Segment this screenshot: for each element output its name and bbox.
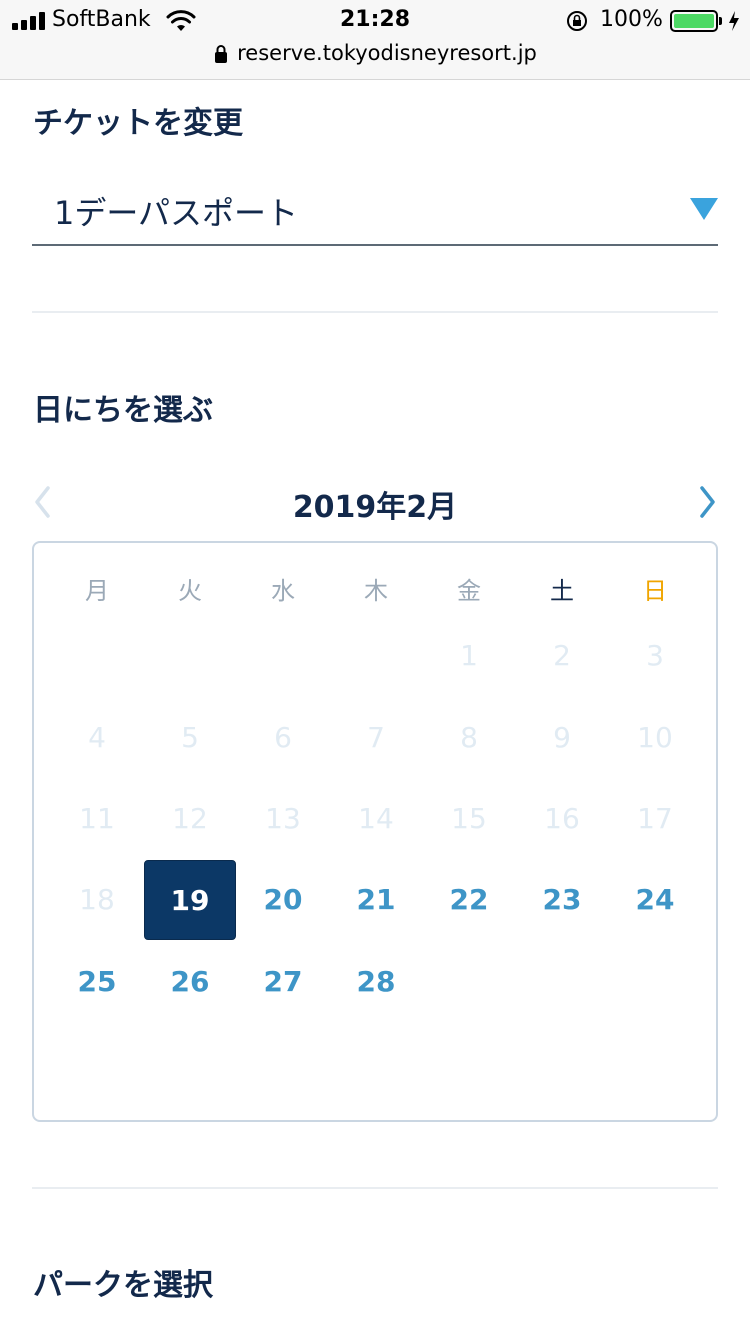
ticket-select-value: 1デーパスポート — [54, 194, 299, 232]
calendar-day[interactable]: 24 — [609, 860, 701, 940]
status-bar: SoftBank 21:28 100% reserve.tokyodisneyr… — [0, 0, 750, 80]
ticket-section-title: チケットを変更 — [33, 106, 243, 141]
url-text: reserve.tokyodisneyresort.jp — [237, 41, 537, 65]
weekday-fri: 金 — [457, 577, 481, 605]
park-section-title: パークを選択 — [33, 1268, 213, 1303]
calendar-grid: 月 火 水 木 金 土 日 1 2 3 4 5 6 7 8 9 10 11 12 13 14 15 16 17 1… — [32, 541, 718, 1122]
calendar-day: 9 — [553, 721, 571, 754]
calendar-day[interactable]: 27 — [237, 942, 329, 1022]
rotation-lock-icon — [567, 11, 587, 31]
calendar-day[interactable]: 20 — [237, 860, 329, 940]
charging-icon — [729, 11, 739, 31]
ticket-select[interactable]: 1デーパスポート — [32, 176, 718, 246]
calendar-day: 11 — [79, 802, 115, 835]
next-month-icon[interactable] — [694, 482, 722, 522]
calendar-day: 15 — [451, 802, 487, 835]
weekday-tue: 火 — [178, 577, 202, 605]
calendar-day[interactable]: 21 — [330, 860, 422, 940]
address-bar[interactable]: reserve.tokyodisneyresort.jp — [0, 38, 750, 70]
weekday-sun: 日 — [643, 577, 667, 605]
calendar-day: 7 — [367, 721, 385, 754]
divider — [32, 311, 718, 313]
weekday-sat: 土 — [550, 577, 574, 605]
weekday-mon: 月 — [85, 577, 109, 605]
date-section-title: 日にちを選ぶ — [33, 393, 213, 428]
calendar-day: 2 — [553, 639, 571, 672]
calendar-day: 10 — [637, 721, 673, 754]
calendar-day: 18 — [79, 883, 115, 916]
calendar-day[interactable]: 28 — [330, 942, 422, 1022]
calendar-day[interactable]: 23 — [516, 860, 608, 940]
month-navigation: 2019年2月 — [0, 478, 750, 525]
calendar-day[interactable]: 25 — [51, 942, 143, 1022]
calendar-day: 17 — [637, 802, 673, 835]
calendar-day[interactable]: 26 — [144, 942, 236, 1022]
calendar-day: 6 — [274, 721, 292, 754]
battery-icon — [670, 10, 718, 32]
calendar-day: 13 — [265, 802, 301, 835]
calendar-day: 3 — [646, 639, 664, 672]
calendar-day: 4 — [88, 721, 106, 754]
calendar-day: 8 — [460, 721, 478, 754]
calendar-day[interactable]: 22 — [423, 860, 515, 940]
weekday-thu: 木 — [364, 577, 388, 605]
battery-percent: 100% — [600, 7, 663, 32]
calendar-day: 16 — [544, 802, 580, 835]
dropdown-arrow-icon — [690, 198, 718, 220]
calendar-day: 12 — [172, 802, 208, 835]
calendar-day-selected[interactable]: 19 — [144, 860, 236, 940]
calendar-day: 1 — [460, 639, 478, 672]
divider — [32, 1187, 718, 1189]
weekday-wed: 水 — [271, 577, 295, 605]
calendar-day: 14 — [358, 802, 394, 835]
calendar-day: 5 — [181, 721, 199, 754]
month-label: 2019年2月 — [292, 490, 458, 525]
lock-icon — [215, 45, 228, 63]
